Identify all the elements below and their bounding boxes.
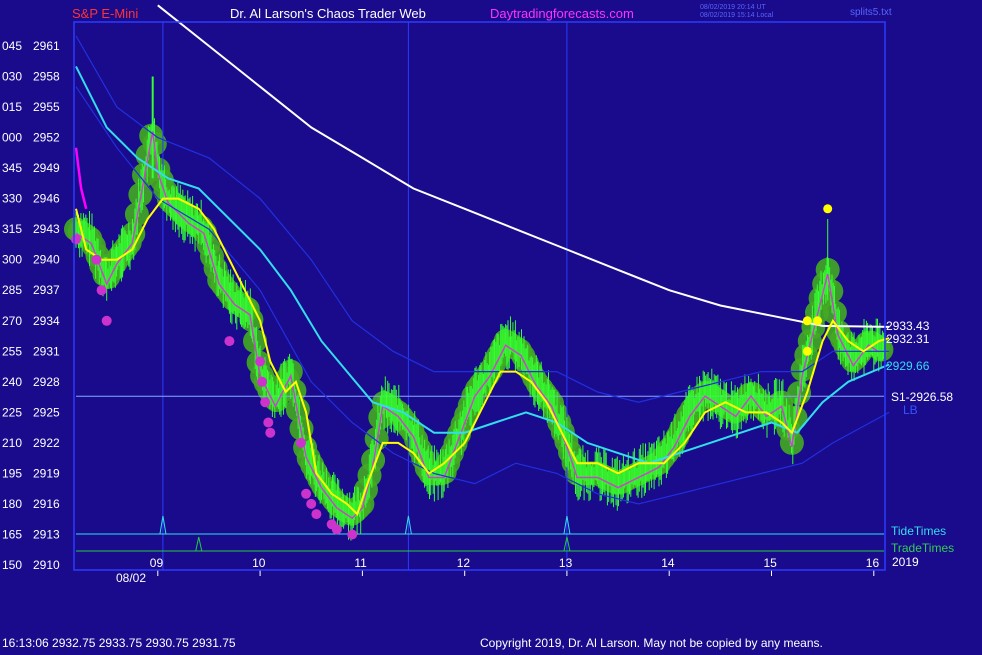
- y-tick-price: 2937: [33, 283, 60, 297]
- y-tick-angle: 195: [2, 466, 22, 480]
- chart-canvas: 09 10 11 12 13 14 15 16 045 2961 030 2958 015 2955 000…: [0, 0, 982, 650]
- y-tick-angle: 150: [2, 558, 22, 572]
- last-mid-value: 2929.66: [886, 359, 930, 373]
- y-tick-price: 2925: [33, 405, 60, 419]
- y-tick-price: 2961: [33, 39, 60, 53]
- last-slow-value: 2933.43: [886, 319, 930, 333]
- x-tick-label: 16: [866, 556, 880, 570]
- chart-title: Dr. Al Larson's Chaos Trader Web: [230, 6, 426, 21]
- magenta-dot: [347, 529, 358, 540]
- yellow-dot: [802, 316, 812, 326]
- year-label: 2019: [892, 555, 919, 569]
- magenta-dot: [224, 336, 235, 347]
- y-tick-price: 2949: [33, 161, 60, 175]
- y-tick-angle: 015: [2, 100, 22, 114]
- y-tick-price: 2928: [33, 375, 60, 389]
- y-tick-angle: 225: [2, 405, 22, 419]
- magenta-dot: [96, 285, 107, 296]
- y-tick-angle: 210: [2, 436, 22, 450]
- y-tick-price: 2934: [33, 314, 60, 328]
- x-tick-label: 11: [354, 556, 367, 570]
- magenta-dot: [101, 315, 112, 326]
- tide-times-label: TideTimes: [891, 524, 946, 538]
- magenta-dot: [331, 524, 342, 535]
- y-tick-angle: 000: [2, 131, 22, 145]
- x-tick-label: 14: [661, 556, 675, 570]
- yellow-dot: [802, 346, 812, 356]
- y-tick-price: 2913: [33, 528, 60, 542]
- y-tick-price: 2943: [33, 222, 60, 236]
- symbol-label: S&P E-Mini: [72, 6, 138, 21]
- lb-label: LB: [903, 403, 918, 417]
- magenta-dot: [265, 427, 276, 438]
- y-tick-angle: 030: [2, 70, 22, 84]
- yellow-dot: [823, 204, 833, 214]
- y-tick-angle: 315: [2, 222, 22, 236]
- magenta-dot: [301, 488, 312, 499]
- y-tick-angle: 270: [2, 314, 22, 328]
- x-tick-label: 09: [150, 556, 164, 570]
- x-tick-label: 13: [559, 556, 573, 570]
- y-tick-angle: 285: [2, 283, 22, 297]
- y-tick-angle: 165: [2, 528, 22, 542]
- yellow-dot: [813, 316, 822, 326]
- x-tick-label: 10: [252, 556, 266, 570]
- y-tick-angle: 045: [2, 39, 22, 53]
- last-fast-value: 2932.31: [886, 332, 930, 346]
- y-tick-price: 2916: [33, 497, 60, 511]
- magenta-dot: [260, 397, 271, 408]
- y-tick-price: 2919: [33, 466, 60, 480]
- y-tick-price: 2910: [33, 558, 60, 572]
- y-tick-angle: 345: [2, 161, 22, 175]
- date-label: 08/02: [116, 571, 146, 585]
- copyright-text: Copyright 2019, Dr. Al Larson. May not b…: [480, 636, 823, 650]
- magenta-dot: [306, 498, 317, 509]
- y-tick-angle: 255: [2, 344, 22, 358]
- site-link[interactable]: Daytradingforecasts.com: [490, 6, 634, 21]
- y-tick-price: 2952: [33, 131, 60, 145]
- chaos-trader-chart: 09 10 11 12 13 14 15 16 045 2961 030 2958 015 2955 000…: [0, 0, 982, 650]
- y-tick-price: 2958: [33, 70, 60, 84]
- trade-times-label: TradeTimes: [891, 541, 954, 555]
- y-tick-angle: 300: [2, 253, 22, 267]
- y-tick-angle: 330: [2, 192, 22, 206]
- magenta-dot: [71, 234, 81, 245]
- magenta-dot: [263, 417, 274, 428]
- y-tick-angle: 240: [2, 375, 22, 389]
- utc-timestamp: 08/02/2019 20:14 UT: [700, 4, 766, 11]
- magenta-dot: [257, 376, 268, 387]
- y-tick-price: 2946: [33, 192, 60, 206]
- y-tick-price: 2931: [33, 344, 60, 358]
- s1-label: S1-2926.58: [891, 390, 953, 404]
- magenta-dot: [255, 356, 266, 367]
- magenta-dot: [311, 509, 322, 520]
- x-tick-label: 15: [764, 556, 778, 570]
- y-tick-price: 2955: [33, 100, 60, 114]
- local-timestamp: 08/02/2019 15:14 Local: [700, 12, 774, 19]
- magenta-dot: [91, 254, 102, 265]
- y-tick-price: 2940: [33, 253, 60, 267]
- y-tick-price: 2922: [33, 436, 60, 450]
- file-label: splits5.txt: [850, 7, 892, 18]
- y-tick-angle: 180: [2, 497, 22, 511]
- magenta-dot: [296, 437, 306, 448]
- quote-readout: 16:13:06 2932.75 2933.75 2930.75 2931.75: [2, 636, 236, 650]
- x-tick-label: 12: [457, 556, 471, 570]
